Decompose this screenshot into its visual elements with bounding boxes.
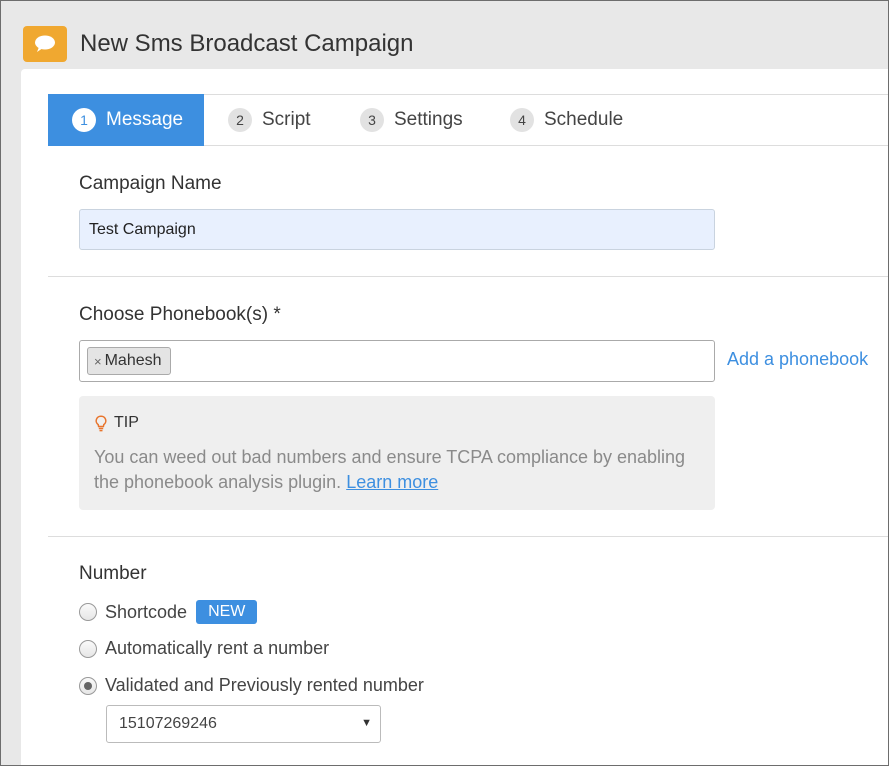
chevron-down-icon: ▼ bbox=[361, 717, 372, 729]
tag-label: Mahesh bbox=[104, 352, 162, 369]
radio-label: Automatically rent a number bbox=[105, 638, 330, 658]
radio-previously-rented[interactable]: Validated and Previously rented number bbox=[79, 675, 424, 696]
step-number: 3 bbox=[360, 108, 384, 132]
tip-text: You can weed out bad numbers and ensure … bbox=[94, 445, 694, 495]
number-label: Number bbox=[79, 563, 147, 584]
radio-button[interactable] bbox=[79, 676, 97, 695]
radio-label: Validated and Previously rented number bbox=[105, 675, 424, 695]
phonebook-label: Choose Phonebook(s) * bbox=[79, 304, 281, 325]
wizard-tabs: 1 Message 2 Script 3 Settings 4 Schedule bbox=[48, 94, 889, 146]
radio-label: Shortcode bbox=[105, 601, 188, 622]
campaign-form: 1 Message 2 Script 3 Settings 4 Schedule… bbox=[21, 69, 889, 766]
tab-message[interactable]: 1 Message bbox=[48, 94, 204, 146]
tab-label: Settings bbox=[394, 109, 463, 130]
radio-auto-rent[interactable]: Automatically rent a number bbox=[79, 638, 329, 659]
select-value: 15107269246 bbox=[119, 715, 217, 732]
remove-tag-icon[interactable]: × bbox=[94, 354, 102, 369]
lightbulb-icon bbox=[95, 414, 107, 431]
tip-title: TIP bbox=[114, 414, 139, 431]
campaign-name-label: Campaign Name bbox=[79, 173, 222, 194]
step-number: 4 bbox=[510, 108, 534, 132]
step-number: 1 bbox=[72, 108, 96, 132]
radio-button[interactable] bbox=[79, 639, 97, 658]
phonebook-select[interactable]: × Mahesh bbox=[79, 340, 715, 382]
tip-box: TIP You can weed out bad numbers and ens… bbox=[79, 396, 715, 510]
tip-header: TIP bbox=[95, 414, 139, 432]
divider bbox=[48, 536, 889, 537]
chat-bubble-icon bbox=[23, 26, 67, 62]
phonebook-tag: × Mahesh bbox=[87, 347, 171, 375]
tab-script[interactable]: 2 Script bbox=[228, 94, 311, 146]
page-title: New Sms Broadcast Campaign bbox=[80, 30, 414, 57]
tab-settings[interactable]: 3 Settings bbox=[360, 94, 463, 146]
new-badge: NEW bbox=[196, 600, 258, 624]
tab-label: Schedule bbox=[544, 109, 624, 130]
divider bbox=[48, 276, 889, 277]
add-phonebook-link[interactable]: Add a phonebook bbox=[727, 349, 868, 370]
tab-schedule[interactable]: 4 Schedule bbox=[510, 94, 623, 146]
campaign-name-input[interactable]: Test Campaign bbox=[79, 209, 715, 250]
tab-label: Script bbox=[262, 109, 311, 130]
learn-more-link[interactable]: Learn more bbox=[346, 472, 438, 492]
radio-button[interactable] bbox=[79, 603, 97, 621]
page-header: New Sms Broadcast Campaign bbox=[0, 0, 889, 70]
tab-label: Message bbox=[106, 109, 184, 130]
step-number: 2 bbox=[228, 108, 252, 132]
number-select[interactable]: 15107269246 ▼ bbox=[106, 705, 381, 743]
radio-shortcode[interactable]: Shortcode NEW bbox=[79, 600, 258, 624]
